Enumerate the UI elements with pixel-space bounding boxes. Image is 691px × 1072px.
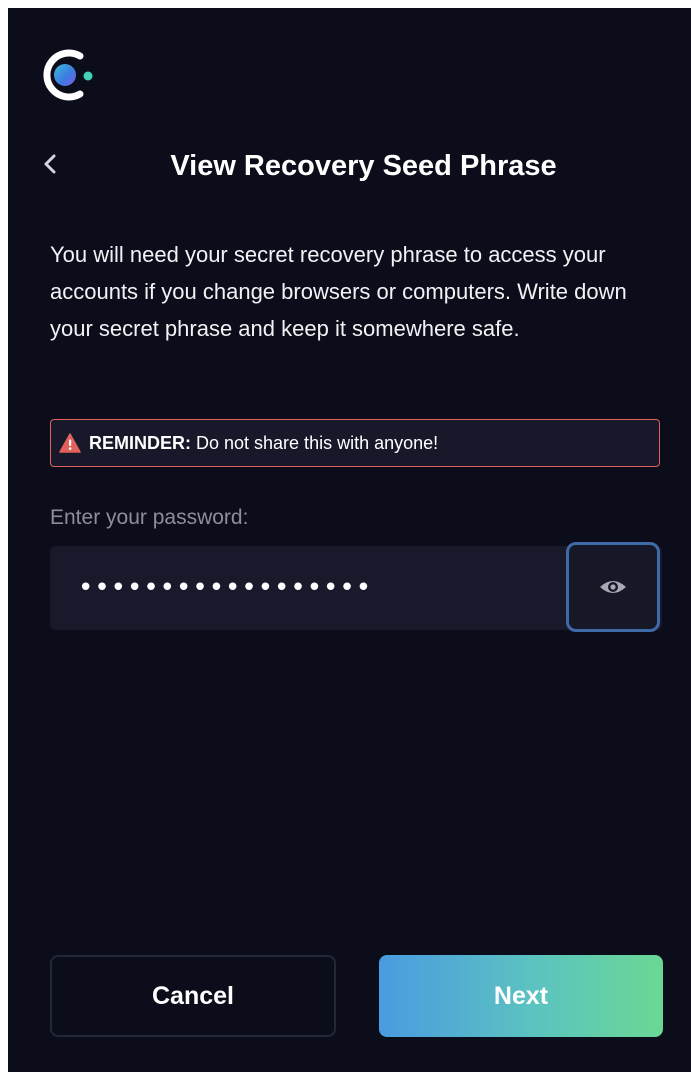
password-input[interactable]: [50, 546, 566, 630]
cancel-button[interactable]: Cancel: [50, 955, 336, 1037]
toggle-password-visibility-button[interactable]: [566, 542, 660, 632]
reminder-label: REMINDER:: [89, 432, 191, 453]
page-title: View Recovery Seed Phrase: [170, 150, 557, 182]
password-field-row: [50, 542, 662, 632]
description-text: You will need your secret recovery phras…: [50, 242, 627, 341]
app-logo: [34, 42, 100, 108]
next-button[interactable]: Next: [379, 955, 663, 1037]
reminder-text: Do not share this with anyone!: [196, 432, 439, 453]
reminder-banner: REMINDER: Do not share this with anyone!: [50, 419, 660, 467]
view-seed-phrase-screen: View Recovery Seed Phrase You will need …: [8, 8, 691, 1072]
warning-triangle-icon: [59, 433, 81, 453]
password-label: Enter your password:: [50, 506, 249, 529]
chevron-left-icon: [44, 154, 56, 174]
back-button[interactable]: [32, 146, 68, 182]
eye-icon: [600, 581, 626, 593]
